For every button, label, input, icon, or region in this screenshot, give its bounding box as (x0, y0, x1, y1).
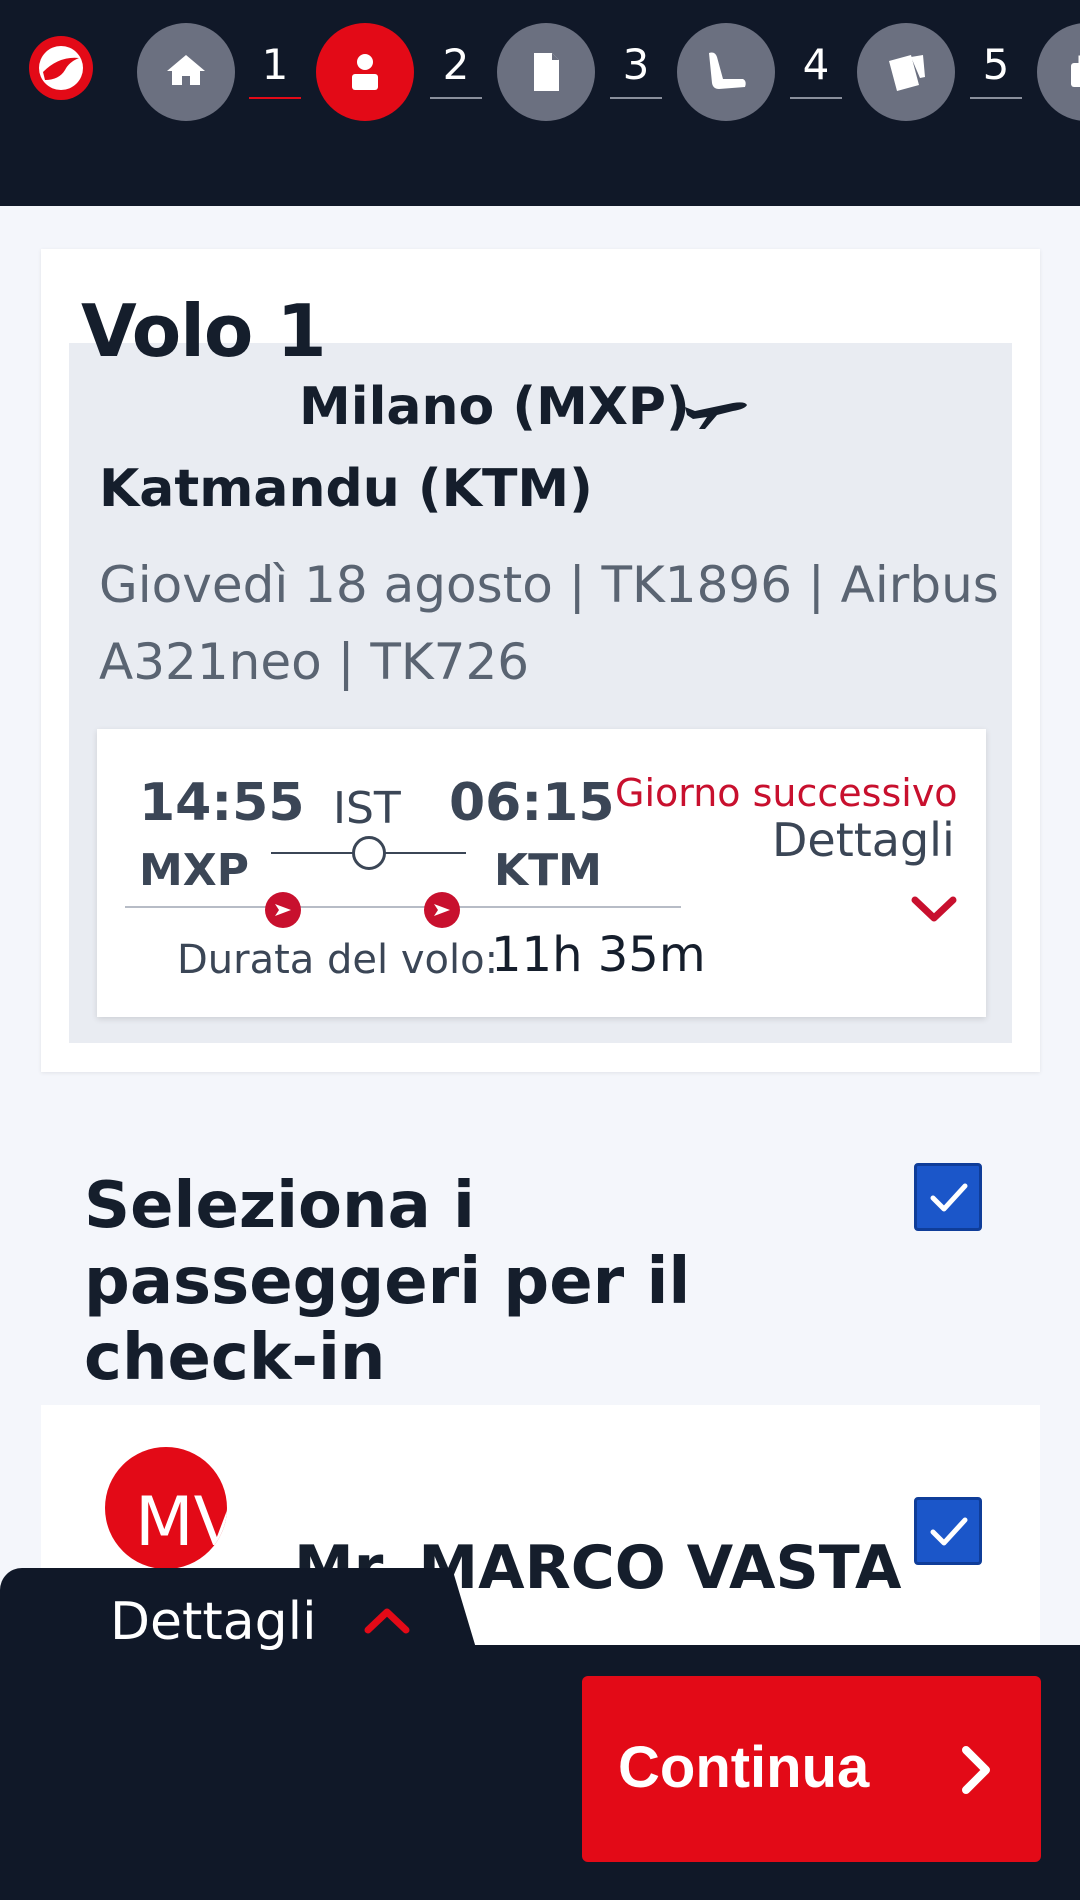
turkish-airlines-logo-icon[interactable] (29, 36, 93, 100)
seat-icon (709, 52, 746, 89)
airplane-icon (685, 402, 747, 429)
checkmark-icon (930, 1517, 968, 1546)
chevron-up-icon (364, 1608, 410, 1634)
checkmark-icon (930, 1183, 968, 1212)
step-number-5: 5 (970, 40, 1022, 99)
step-seat-button[interactable] (677, 23, 775, 121)
transfer-airport-code: IST (333, 783, 401, 834)
step-number-1: 1 (249, 40, 301, 99)
segment-details-link[interactable]: Dettagli (772, 813, 955, 867)
step-home-button[interactable] (137, 23, 235, 121)
boarding-pass-icon (889, 55, 925, 91)
next-day-label: Giorno successivo (615, 771, 958, 815)
flight-info: Giovedì 18 agosto | TK1896 | Airbus A321… (99, 556, 999, 691)
segment-timeline (125, 906, 681, 908)
departure-time: 14:55 (139, 773, 305, 833)
step-boarding-pass-button[interactable] (857, 23, 955, 121)
route-summary: Milano (MXP) Katmandu (KTM) Giovedì 18 a… (69, 343, 1012, 1043)
checkin-stepper-header: 1 2 3 4 5 (0, 0, 1080, 206)
select-all-passengers-checkbox[interactable] (914, 1163, 982, 1231)
flight-duration-label: Durata del volo: (177, 937, 499, 983)
continue-label: Continua (618, 1735, 870, 1800)
flight-title: Volo 1 (81, 289, 327, 373)
step-documents-button[interactable] (497, 23, 595, 121)
avatar: MV (105, 1447, 227, 1569)
chevron-down-icon[interactable] (911, 894, 957, 924)
step-number-2: 2 (430, 40, 482, 99)
continue-button[interactable]: Continua (582, 1676, 1041, 1862)
booking-details-label: Dettagli (110, 1592, 317, 1652)
home-icon (167, 55, 205, 85)
step-number-4: 4 (790, 40, 842, 99)
arrival-airport-code: KTM (494, 845, 602, 896)
step-passenger-button[interactable] (316, 23, 414, 121)
flight-segment-card[interactable]: 14:55 MXP IST 06:15 KTM Giorno successiv… (97, 729, 986, 1017)
chevron-right-icon (962, 1746, 990, 1794)
passenger-checkbox[interactable] (914, 1497, 982, 1565)
document-icon (534, 53, 559, 91)
turkish-airlines-leg-icon (424, 892, 460, 928)
avatar-initials: MV (135, 1483, 227, 1562)
passenger-icon (352, 54, 378, 90)
flight-duration-value: 11h 35m (491, 927, 706, 983)
route-origin: Milano (MXP) (299, 377, 690, 437)
route-destination: Katmandu (KTM) (99, 459, 593, 519)
bag-icon (1071, 55, 1080, 87)
departure-airport-code: MXP (139, 845, 249, 896)
transfer-stop-dot (352, 836, 386, 870)
turkish-airlines-leg-icon (265, 892, 301, 928)
step-next-button[interactable] (1037, 23, 1080, 121)
booking-details-toggle[interactable]: Dettagli (0, 1568, 482, 1668)
flight-card: Milano (MXP) Katmandu (KTM) Giovedì 18 a… (41, 249, 1040, 1072)
select-passengers-heading: Seleziona i passeggeri per il check-in (84, 1169, 691, 1395)
step-number-3: 3 (610, 40, 662, 99)
arrival-time: 06:15 (449, 773, 615, 833)
